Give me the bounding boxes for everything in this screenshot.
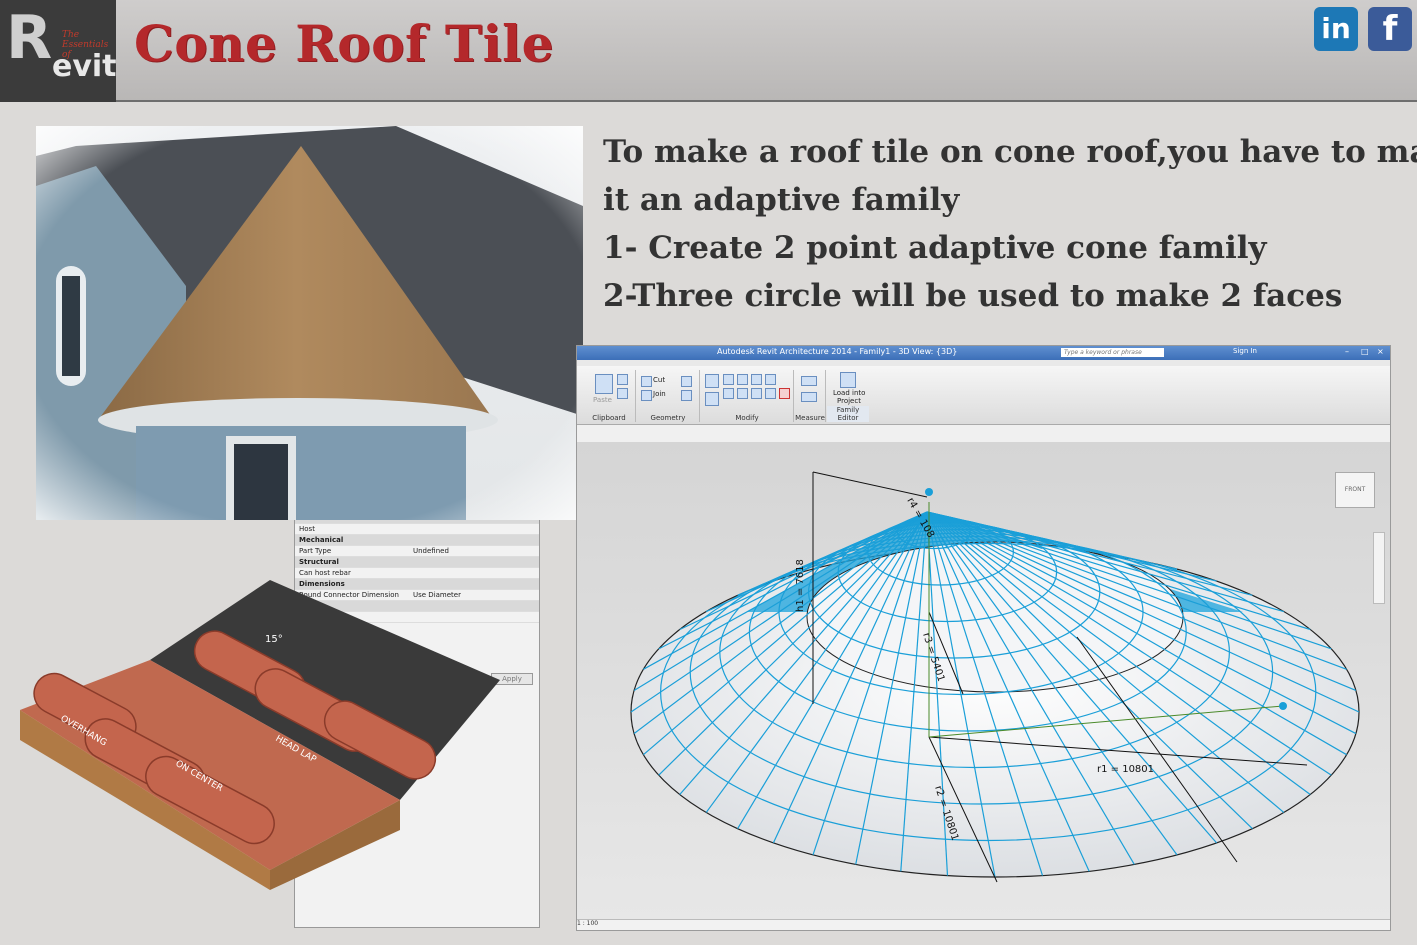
adaptive-point-1[interactable] [925, 488, 933, 496]
delete-icon[interactable] [779, 388, 790, 399]
load-into-button[interactable]: Load into [833, 389, 865, 397]
cone-model[interactable]: r4 = 108 h1 = 7618 r3 = 5401 r1 = 10801 … [577, 442, 1390, 920]
trim-icon[interactable] [751, 388, 762, 399]
family-editor-panel: Load into Project Family Editor [827, 370, 869, 422]
property-row[interactable]: Part Type Undefined [295, 546, 539, 557]
mirror2-icon[interactable] [751, 374, 762, 385]
roof-tile-illustration: OVERHANG ON CENTER HEAD LAP 15° [20, 580, 500, 890]
copy-tool-icon[interactable] [723, 388, 734, 399]
navigation-bar[interactable] [1373, 532, 1385, 604]
dimension-h1: h1 = 7618 [795, 559, 806, 612]
intro-line: 2-Three circle will be used to make 2 fa… [603, 278, 1343, 314]
dimension-r1: r1 = 10801 [1097, 764, 1154, 775]
measure-label: Measure [795, 414, 825, 422]
join-icon[interactable] [641, 390, 652, 401]
paste-icon[interactable] [595, 374, 613, 394]
mirror-icon[interactable] [737, 374, 748, 385]
property-row[interactable]: Host [295, 524, 539, 535]
paste-button[interactable]: Paste [593, 396, 612, 404]
project-button-label[interactable]: Project [837, 397, 861, 405]
dimension-icon[interactable] [801, 392, 817, 402]
revit-logo: R The Essentials of evit [0, 0, 117, 102]
family-editor-label: Family Editor [827, 406, 869, 422]
cut-button[interactable]: Cut [653, 376, 665, 384]
logo-letter: R [6, 3, 53, 73]
search-input[interactable]: Type a keyword or phrase [1061, 348, 1164, 357]
geometry-tool-icon[interactable] [681, 376, 692, 387]
viewcube[interactable]: FRONT [1335, 472, 1375, 508]
geometry-panel: Cut Join Geometry [637, 370, 700, 422]
revit-titlebar: Autodesk Revit Architecture 2014 - Famil… [577, 346, 1390, 360]
copy-icon[interactable] [617, 374, 628, 385]
cut-clip-icon[interactable] [617, 388, 628, 399]
adaptive-point-2[interactable] [1279, 702, 1287, 710]
geometry-label: Geometry [650, 414, 686, 422]
clipboard-panel: Paste Clipboard [583, 370, 636, 422]
property-value[interactable]: Undefined [413, 546, 449, 556]
property-label: Part Type [299, 547, 332, 555]
offset-icon[interactable] [723, 374, 734, 385]
split-icon[interactable] [765, 374, 776, 385]
minimize-icon[interactable]: – [1345, 347, 1349, 356]
intro-text: To make a roof tile on cone roof,you hav… [603, 128, 1417, 320]
modify-label: Modify [735, 414, 759, 422]
property-label: Mechanical [299, 536, 344, 544]
angle-label: 15° [265, 634, 283, 645]
logo-text: evit [52, 49, 117, 84]
ribbon: Paste Clipboard Cut Join Geometry Modify… [577, 366, 1390, 425]
property-label: Host [299, 525, 315, 533]
modify-panel: Modify [701, 370, 794, 422]
facebook-icon[interactable]: f [1368, 7, 1412, 51]
property-label: Structural [299, 558, 339, 566]
cut-icon[interactable] [641, 376, 652, 387]
rotate-icon[interactable] [737, 388, 748, 399]
cone-roof-photo [36, 126, 583, 520]
sign-in-link[interactable]: Sign In [1233, 347, 1257, 355]
property-group[interactable]: Structural [295, 557, 539, 568]
align-icon[interactable] [705, 374, 719, 388]
window-title: Autodesk Revit Architecture 2014 - Famil… [717, 347, 958, 356]
page-title: Cone Roof Tile [134, 14, 554, 73]
property-group[interactable]: Mechanical [295, 535, 539, 546]
measure-icon[interactable] [801, 376, 817, 386]
3d-viewport[interactable]: r4 = 108 h1 = 7618 r3 = 5401 r1 = 10801 … [577, 442, 1390, 920]
intro-line: 1- Create 2 point adaptive cone family [603, 230, 1267, 266]
close-icon[interactable]: × [1377, 347, 1384, 356]
options-bar [577, 425, 1390, 442]
linkedin-icon[interactable]: in [1314, 7, 1358, 51]
measure-panel: Measure [795, 370, 826, 422]
intro-line: it an adaptive family [603, 182, 960, 218]
view-scale[interactable]: 1 : 100 [577, 920, 598, 927]
revit-window[interactable]: Autodesk Revit Architecture 2014 - Famil… [576, 345, 1391, 931]
join-button[interactable]: Join [653, 390, 666, 398]
array-icon[interactable] [765, 388, 776, 399]
view-control-bar: 1 : 100 [577, 919, 1390, 930]
geometry-tool2-icon[interactable] [681, 390, 692, 401]
intro-line: To make a roof tile on cone roof,you hav… [603, 134, 1417, 170]
load-into-project-icon[interactable] [840, 372, 856, 388]
maximize-icon[interactable]: □ [1361, 347, 1369, 356]
clipboard-label: Clipboard [592, 414, 626, 422]
move-icon[interactable] [705, 392, 719, 406]
